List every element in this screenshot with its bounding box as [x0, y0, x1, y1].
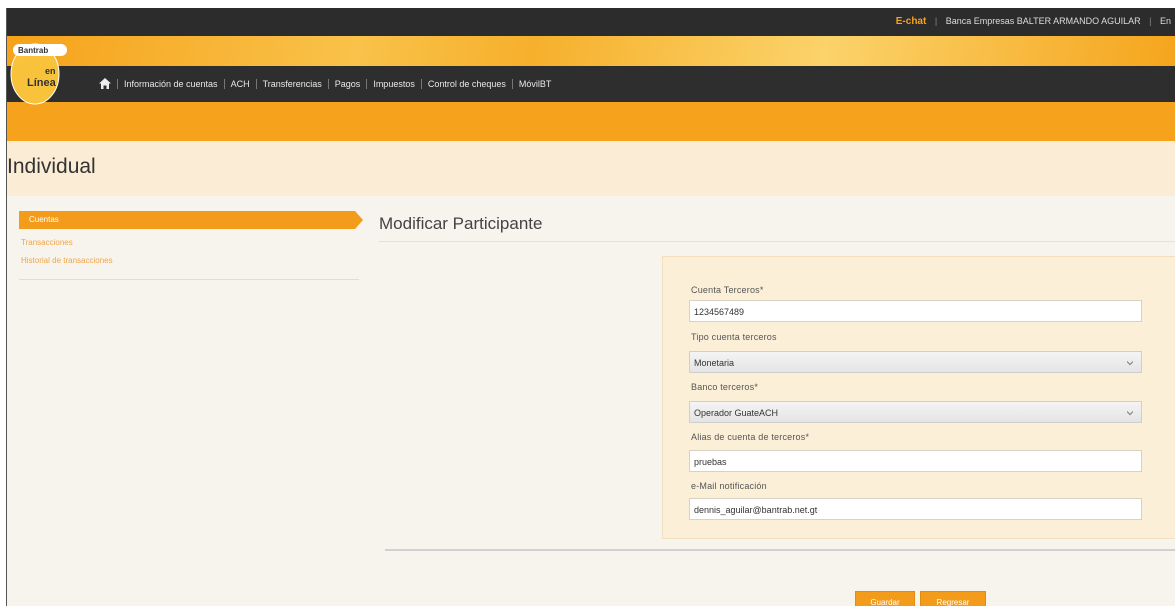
nav-control-cheques[interactable]: Control de cheques	[420, 78, 512, 89]
sidebar-item-cuentas[interactable]: Cuentas	[19, 211, 363, 229]
page-title: Individual	[7, 155, 96, 178]
logo-line1: en	[45, 66, 56, 76]
nav-movilbt[interactable]: MóvilBT	[511, 78, 558, 89]
email-label: e-Mail notificación	[691, 481, 767, 491]
section-title: Modificar Participante	[379, 214, 543, 233]
nav-informacion-cuentas[interactable]: Información de cuentas	[117, 78, 224, 89]
top-bar: E-chat | Banca Empresas BALTER ARMANDO A…	[7, 8, 1175, 36]
banco-terceros-value: Operador GuateACH	[694, 408, 779, 418]
nav-transferencias[interactable]: Transferencias	[255, 78, 328, 89]
brand-band	[7, 36, 1175, 66]
guardar-button[interactable]: Guardar	[855, 591, 915, 606]
nav-pagos[interactable]: Pagos	[327, 78, 367, 89]
sidebar-item-transacciones[interactable]: Transacciones	[19, 238, 359, 247]
main-nav: Información de cuentas ACH Transferencia…	[7, 66, 1175, 102]
separator: |	[934, 16, 938, 26]
logo-brand: Bantrab	[18, 46, 48, 55]
tipo-cuenta-value: Monetaria	[694, 358, 735, 368]
banco-terceros-select[interactable]: Operador GuateACH	[689, 401, 1142, 423]
sidebar: Cuentas Transacciones Historial de trans…	[19, 211, 363, 280]
bantrab-logo[interactable]: Bantrab en Línea	[9, 30, 79, 106]
orange-strip	[7, 102, 1175, 141]
home-icon[interactable]	[99, 78, 111, 89]
app-frame: E-chat | Banca Empresas BALTER ARMANDO A…	[6, 8, 1175, 606]
user-name: Banca Empresas BALTER ARMANDO AGUILAR	[945, 16, 1141, 26]
participant-form: Cuenta Terceros* 1234567489 Tipo cuenta …	[662, 256, 1175, 539]
sidebar-divider	[19, 279, 359, 280]
chevron-down-icon	[1127, 361, 1133, 366]
alias-label: Alias de cuenta de terceros*	[691, 432, 810, 442]
title-band: Individual	[7, 141, 1175, 196]
alias-input[interactable]: pruebas	[689, 450, 1142, 472]
bottom-divider	[385, 549, 1175, 551]
separator: |	[1149, 16, 1152, 26]
echat-link[interactable]: E-chat	[896, 16, 927, 27]
banco-terceros-label: Banco terceros*	[691, 382, 759, 392]
extra-link[interactable]: En	[1160, 16, 1171, 26]
logo-line2: Línea	[27, 77, 57, 89]
nav-ach[interactable]: ACH	[223, 78, 256, 89]
cuenta-terceros-input[interactable]: 1234567489	[689, 300, 1142, 322]
cuenta-terceros-label: Cuenta Terceros*	[691, 285, 764, 295]
email-input[interactable]: dennis_aguilar@bantrab.net.gt	[689, 498, 1142, 520]
chevron-down-icon	[1127, 411, 1133, 416]
tipo-cuenta-label: Tipo cuenta terceros	[691, 332, 777, 342]
tipo-cuenta-select[interactable]: Monetaria	[689, 351, 1142, 373]
regresar-button[interactable]: Regresar	[920, 591, 986, 606]
divider	[379, 241, 1175, 242]
sidebar-item-historial[interactable]: Historial de transacciones	[19, 256, 359, 265]
nav-impuestos[interactable]: Impuestos	[366, 78, 421, 89]
